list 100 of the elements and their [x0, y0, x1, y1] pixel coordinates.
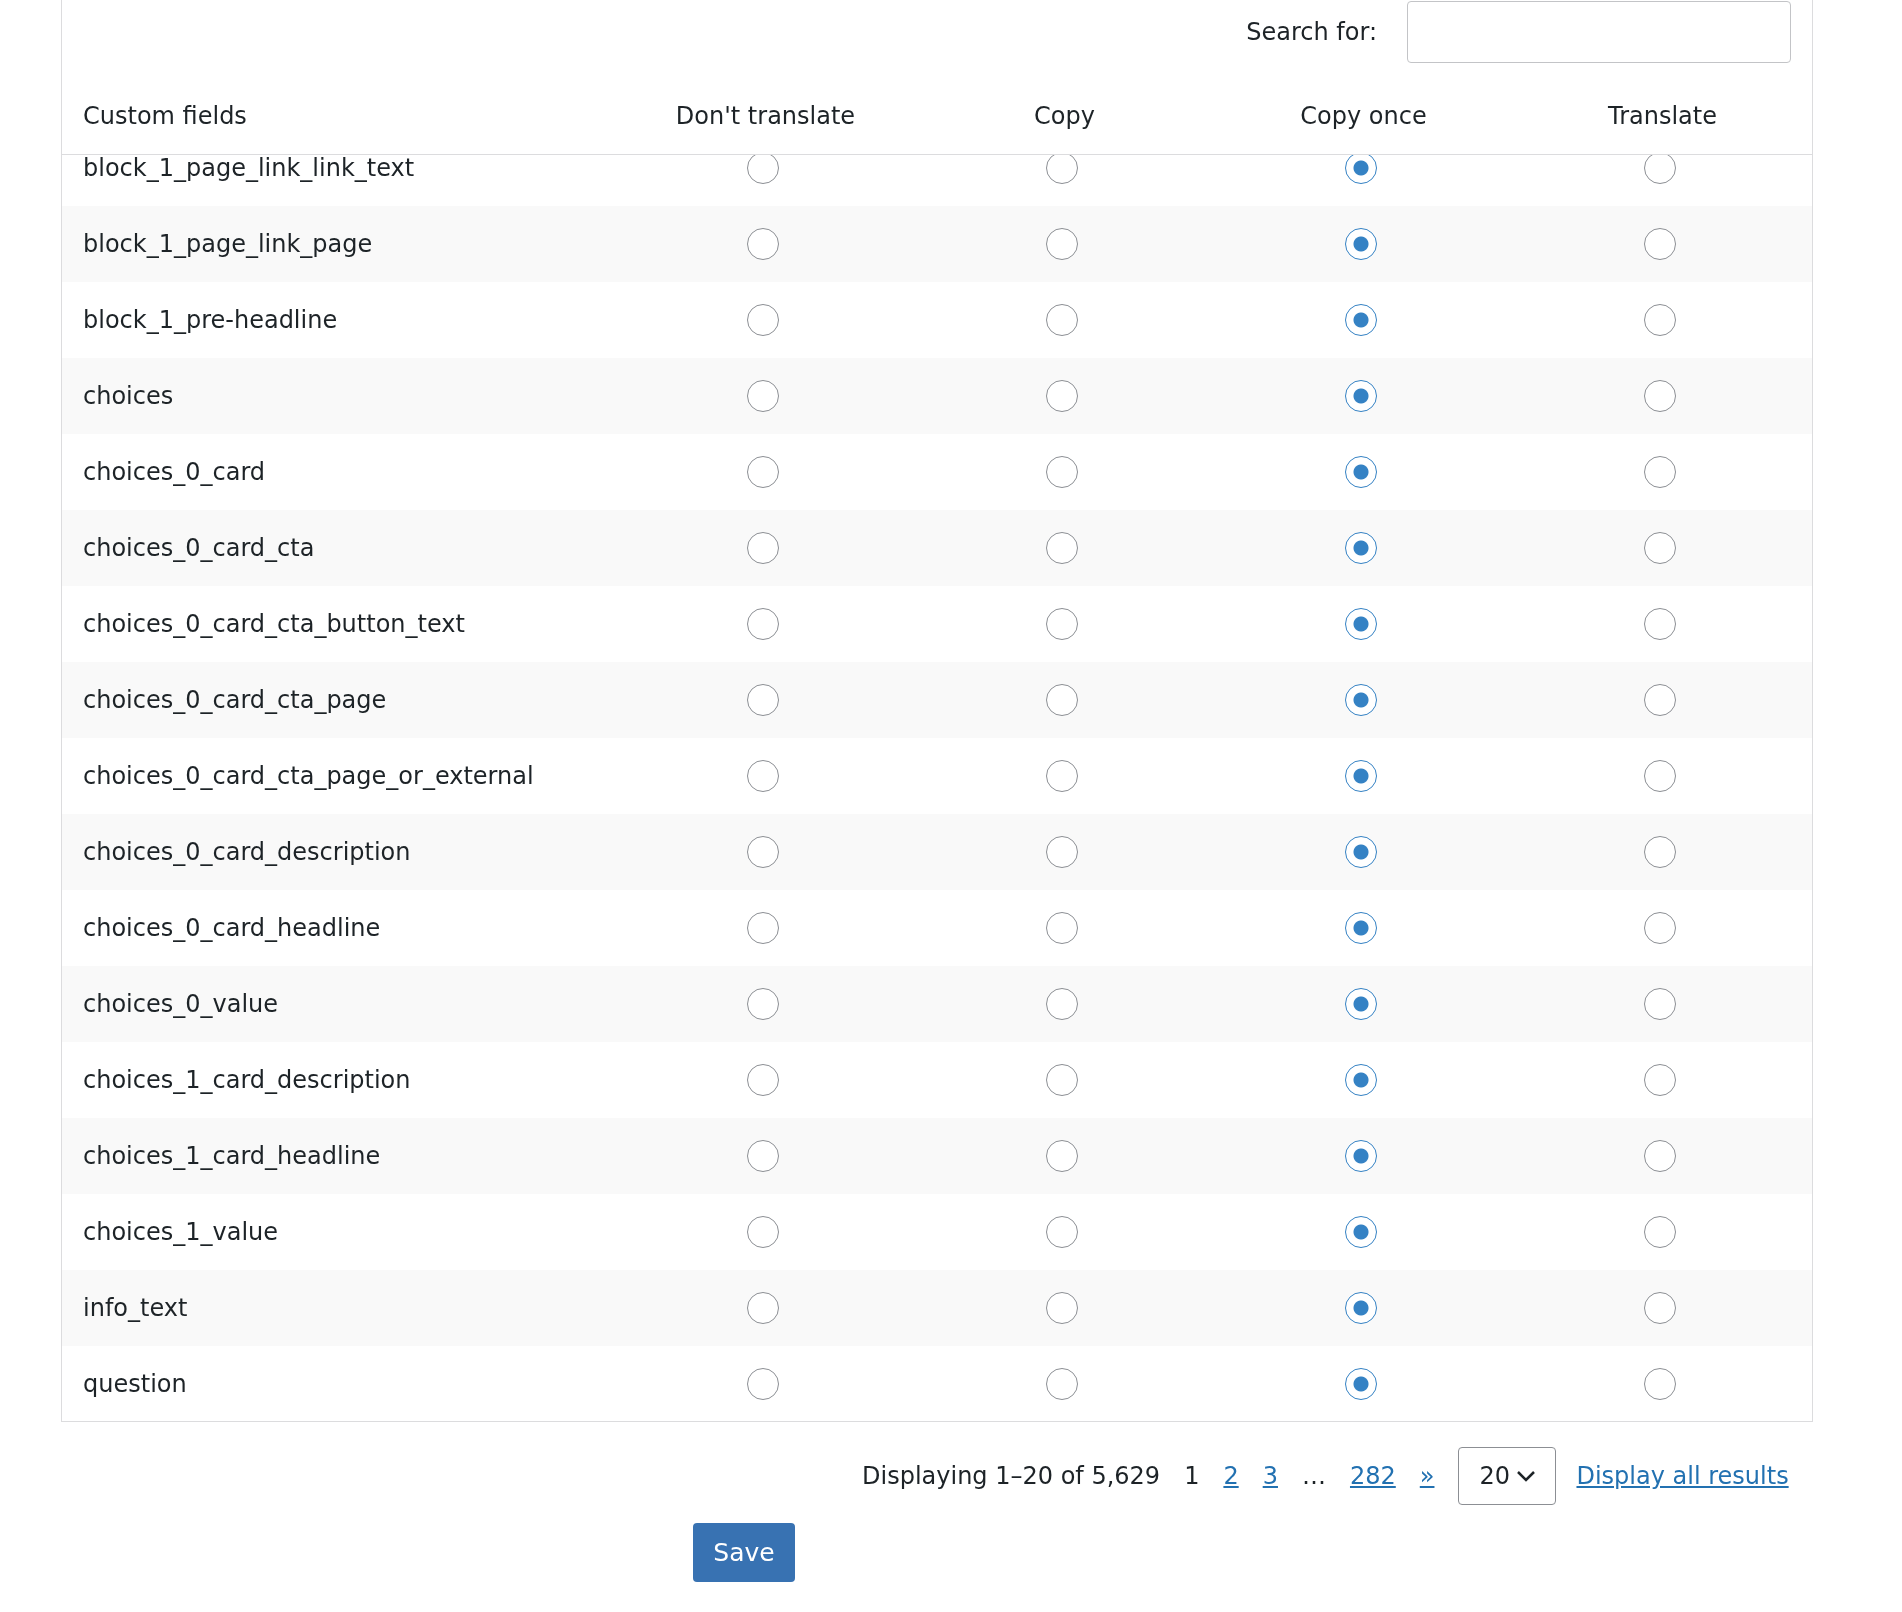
- radio-button[interactable]: [746, 456, 779, 488]
- radio-button[interactable]: [746, 380, 779, 412]
- radio-button[interactable]: [1643, 1292, 1676, 1324]
- radio-button[interactable]: [1643, 1216, 1676, 1248]
- radio-button[interactable]: [746, 912, 779, 944]
- field-name: choices_1_card_headline: [82, 1142, 382, 1170]
- radio-button[interactable]: [1344, 1216, 1377, 1248]
- results-summary: Displaying 1–20 of 5,629: [862, 1462, 1161, 1490]
- radio-button[interactable]: [1643, 456, 1676, 488]
- column-header: Custom fields: [82, 102, 247, 130]
- radio-button[interactable]: [1045, 1064, 1078, 1096]
- page-link[interactable]: 3: [1262, 1462, 1278, 1490]
- save-button[interactable]: Save: [693, 1523, 795, 1582]
- radio-button[interactable]: [746, 532, 779, 564]
- radio-button[interactable]: [746, 836, 779, 868]
- radio-button[interactable]: [1344, 532, 1377, 564]
- radio-button[interactable]: [1045, 304, 1078, 336]
- field-name: question: [82, 1370, 188, 1398]
- radio-button[interactable]: [1643, 380, 1676, 412]
- radio-button[interactable]: [1643, 1064, 1676, 1096]
- page-link[interactable]: 2: [1223, 1462, 1239, 1490]
- radio-button[interactable]: [1643, 1140, 1676, 1172]
- radio-button[interactable]: [1344, 1292, 1377, 1324]
- radio-button[interactable]: [1643, 836, 1676, 868]
- column-header: Copy once: [1300, 102, 1427, 130]
- radio-button[interactable]: [1643, 532, 1676, 564]
- field-name: block_1_page_link_link_text: [82, 155, 416, 182]
- search-label: Search for:: [1246, 18, 1377, 46]
- radio-button[interactable]: [1643, 684, 1676, 716]
- radio-button[interactable]: [1643, 760, 1676, 792]
- column-header: Translate: [1608, 102, 1717, 130]
- radio-button[interactable]: [1344, 684, 1377, 716]
- radio-button[interactable]: [1045, 155, 1078, 184]
- page-link[interactable]: »: [1419, 1462, 1435, 1490]
- radio-button[interactable]: [1344, 608, 1377, 640]
- radio-button[interactable]: [1643, 608, 1676, 640]
- radio-button[interactable]: [1045, 1216, 1078, 1248]
- radio-button[interactable]: [1045, 1140, 1078, 1172]
- radio-button[interactable]: [1344, 1064, 1377, 1096]
- radio-button[interactable]: [1643, 988, 1676, 1020]
- radio-button[interactable]: [1344, 988, 1377, 1020]
- radio-button[interactable]: [1643, 155, 1676, 184]
- field-name: choices_0_card_cta_page: [82, 686, 388, 714]
- radio-button[interactable]: [746, 1216, 779, 1248]
- radio-button[interactable]: [1045, 912, 1078, 944]
- field-name: choices_1_value: [82, 1218, 280, 1246]
- field-name: choices_0_card_cta_button_text: [82, 610, 466, 638]
- radio-button[interactable]: [1045, 1368, 1078, 1400]
- field-name: choices_0_card_cta: [82, 534, 316, 562]
- field-name: block_1_page_link_page: [82, 230, 374, 258]
- radio-button[interactable]: [1344, 912, 1377, 944]
- radio-button[interactable]: [1344, 380, 1377, 412]
- radio-button[interactable]: [746, 228, 779, 260]
- radio-button[interactable]: [1344, 1368, 1377, 1400]
- radio-button[interactable]: [746, 1140, 779, 1172]
- field-name: choices_0_value: [82, 990, 280, 1018]
- radio-button[interactable]: [746, 760, 779, 792]
- field-name: choices: [82, 382, 175, 410]
- radio-button[interactable]: [746, 1368, 779, 1400]
- radio-button[interactable]: [1045, 1292, 1078, 1324]
- radio-button[interactable]: [1045, 760, 1078, 792]
- radio-button[interactable]: [1045, 684, 1078, 716]
- radio-button[interactable]: [746, 608, 779, 640]
- radio-button[interactable]: [1045, 608, 1078, 640]
- radio-button[interactable]: [1643, 912, 1676, 944]
- radio-button[interactable]: [1344, 456, 1377, 488]
- radio-button[interactable]: [1344, 304, 1377, 336]
- radio-button[interactable]: [1045, 228, 1078, 260]
- chevron-down-icon: [1516, 1470, 1536, 1482]
- radio-button[interactable]: [1045, 380, 1078, 412]
- radio-button[interactable]: [1045, 456, 1078, 488]
- radio-button[interactable]: [746, 988, 779, 1020]
- radio-button[interactable]: [746, 684, 779, 716]
- field-name: block_1_pre-headline: [82, 306, 339, 334]
- radio-button[interactable]: [1344, 836, 1377, 868]
- page-link[interactable]: 282: [1349, 1462, 1396, 1490]
- radio-button[interactable]: [1643, 304, 1676, 336]
- radio-button[interactable]: [746, 1064, 779, 1096]
- radio-button[interactable]: [746, 304, 779, 336]
- radio-button[interactable]: [1045, 532, 1078, 564]
- radio-button[interactable]: [1344, 1140, 1377, 1172]
- display-all-link[interactable]: Display all results: [1576, 1462, 1789, 1490]
- radio-button[interactable]: [746, 1292, 779, 1324]
- field-name: choices_0_card: [82, 458, 267, 486]
- radio-button[interactable]: [1344, 155, 1377, 184]
- page-link[interactable]: 1: [1184, 1462, 1200, 1490]
- radio-button[interactable]: [1045, 836, 1078, 868]
- field-name: choices_1_card_description: [82, 1066, 412, 1094]
- search-field[interactable]: [1407, 1, 1791, 63]
- radio-button[interactable]: [746, 155, 779, 184]
- radio-button[interactable]: [1344, 228, 1377, 260]
- per-page-select[interactable]: 20: [1458, 1447, 1557, 1505]
- radio-button[interactable]: [1045, 988, 1078, 1020]
- pagination-ellipsis: …: [1301, 1462, 1326, 1490]
- radio-button[interactable]: [1344, 760, 1377, 792]
- radio-button[interactable]: [1643, 1368, 1676, 1400]
- field-name: choices_0_card_description: [82, 838, 412, 866]
- radio-button[interactable]: [1643, 228, 1676, 260]
- field-name: choices_0_card_cta_page_or_external: [82, 762, 535, 790]
- field-name: info_text: [82, 1294, 189, 1322]
